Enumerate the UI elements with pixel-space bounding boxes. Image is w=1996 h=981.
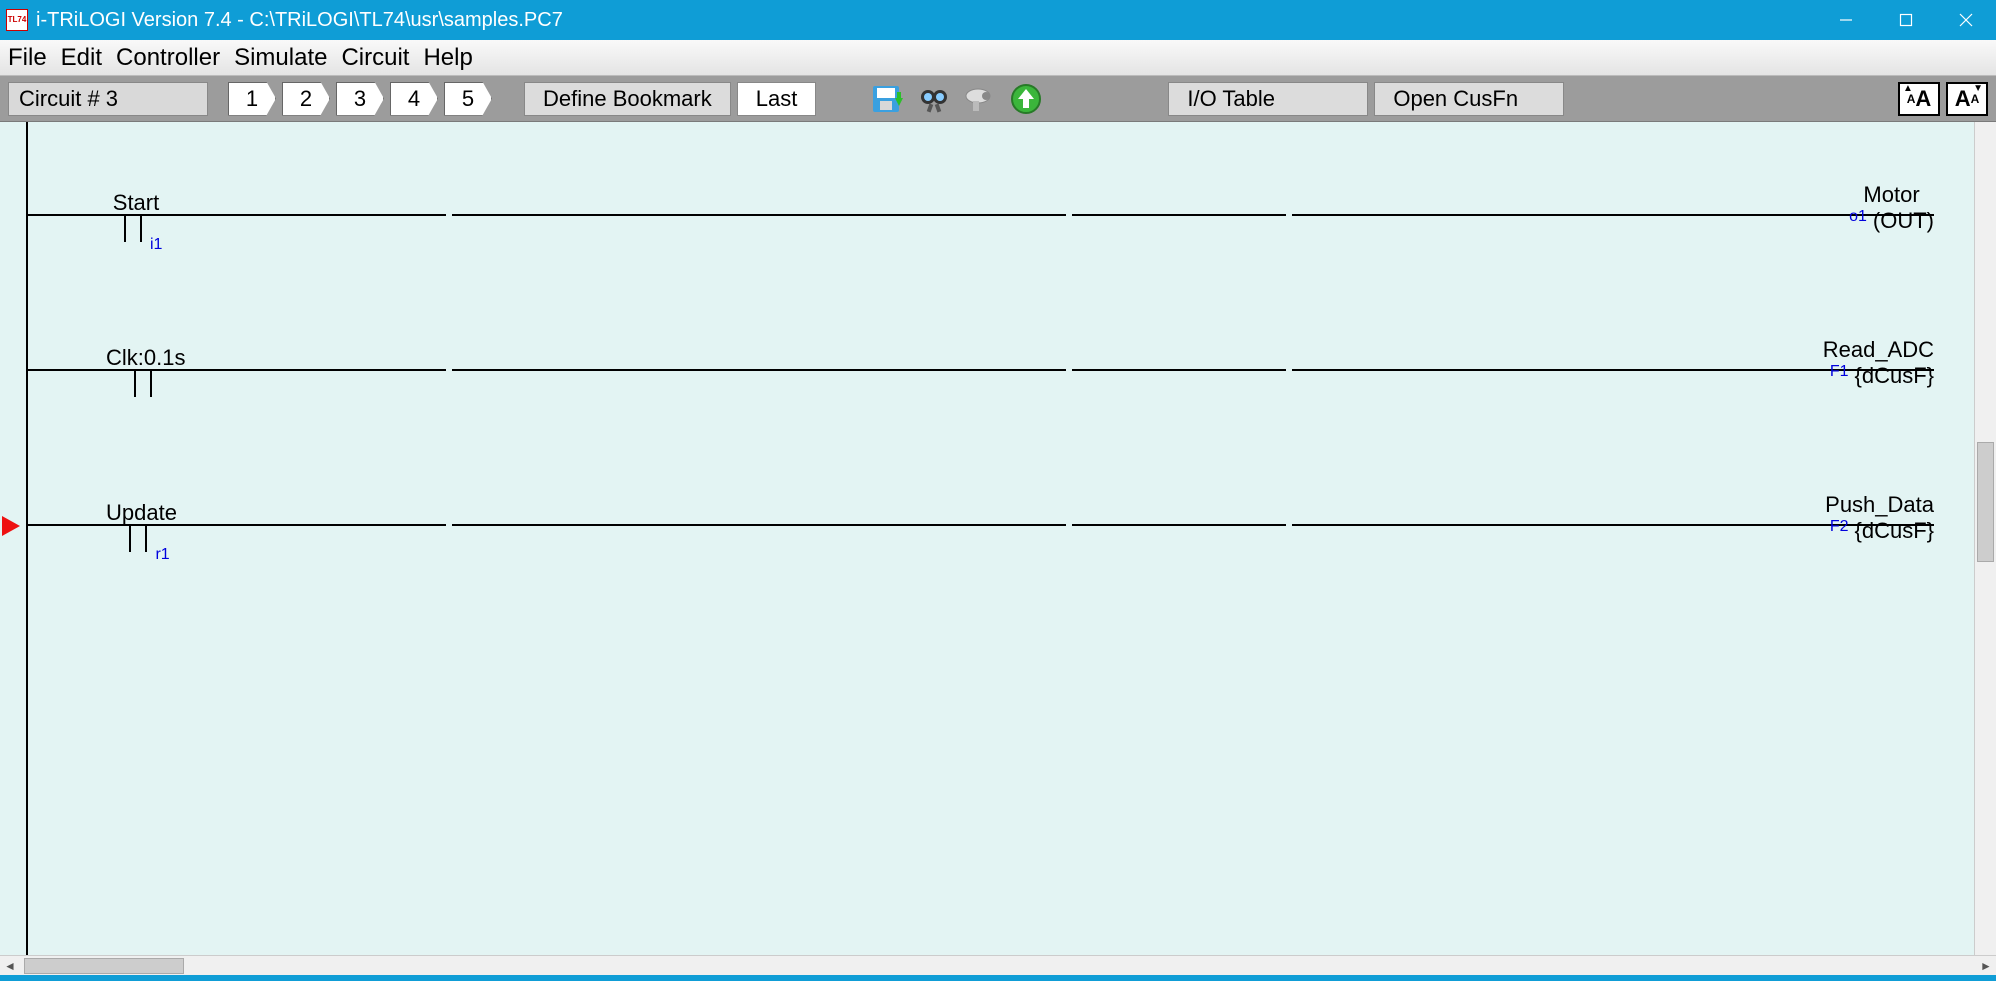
contact-clk[interactable]: Clk:0.1s xyxy=(106,345,185,397)
contact-label: Start xyxy=(106,190,166,216)
save-icon[interactable] xyxy=(868,82,908,116)
contact-label: Update xyxy=(106,500,177,526)
scroll-left-icon[interactable]: ◄ xyxy=(0,956,20,976)
circuit-number-label[interactable]: Circuit # 3 xyxy=(8,82,208,116)
rung-2[interactable]: Clk:0.1s Read_ADC F1 {dCusF} xyxy=(26,297,1934,437)
close-button[interactable] xyxy=(1936,0,1996,40)
app-icon: TL74 xyxy=(6,9,28,31)
contact-icon: i1 xyxy=(106,214,166,242)
contact-label: Clk:0.1s xyxy=(106,345,185,371)
define-bookmark-button[interactable]: Define Bookmark xyxy=(524,82,731,116)
coil-tag: o1 xyxy=(1849,208,1867,226)
minimize-button[interactable] xyxy=(1816,0,1876,40)
horizontal-scroll-track[interactable] xyxy=(20,956,1976,976)
menu-edit[interactable]: Edit xyxy=(59,42,104,74)
toolbar: Circuit # 3 1 2 3 4 5 Define Bookmark La… xyxy=(0,76,1996,122)
ladder-editor[interactable]: Start i1 Motor o1 (OUT) Clk:0.1s xyxy=(0,122,1974,955)
coil-tag: F2 xyxy=(1830,518,1849,536)
font-increase-button[interactable]: ▲ AA xyxy=(1898,82,1940,116)
horizontal-scrollbar[interactable]: ◄ ► xyxy=(0,955,1996,975)
contact-update[interactable]: Update r1 xyxy=(106,500,177,552)
coil-label: Motor xyxy=(1849,182,1934,208)
open-cusfn-button[interactable]: Open CusFn xyxy=(1374,82,1564,116)
contact-icon xyxy=(116,369,176,397)
window-title: i-TRiLOGI Version 7.4 - C:\TRiLOGI\TL74\… xyxy=(36,9,563,32)
bookmark-5[interactable]: 5 xyxy=(444,82,492,116)
coil-tag: F1 xyxy=(1830,363,1849,381)
contact-tag: r1 xyxy=(155,546,169,564)
coil-label: Push_Data xyxy=(1825,492,1934,518)
window-bottom-border xyxy=(0,975,1996,981)
coil-label: Read_ADC xyxy=(1823,337,1934,363)
coil-shape: {dCusF} xyxy=(1855,518,1935,544)
io-table-button[interactable]: I/O Table xyxy=(1168,82,1368,116)
bookmark-2[interactable]: 2 xyxy=(282,82,330,116)
menu-file[interactable]: File xyxy=(6,42,49,74)
rung-1[interactable]: Start i1 Motor o1 (OUT) xyxy=(26,142,1934,282)
menu-simulate[interactable]: Simulate xyxy=(232,42,329,74)
bookmark-1[interactable]: 1 xyxy=(228,82,276,116)
bookmark-3[interactable]: 3 xyxy=(336,82,384,116)
vertical-scrollbar[interactable] xyxy=(1974,122,1996,955)
current-rung-marker-icon xyxy=(2,516,20,536)
coil-motor[interactable]: Motor o1 (OUT) xyxy=(1849,182,1934,234)
font-decrease-button[interactable]: ▼ AA xyxy=(1946,82,1988,116)
rung-3[interactable]: Update r1 Push_Data F2 {dCusF} xyxy=(26,452,1934,592)
up-arrow-icon: ▲ xyxy=(1903,83,1913,94)
coil-shape: (OUT) xyxy=(1873,208,1934,234)
down-arrow-icon: ▼ xyxy=(1973,83,1983,94)
menu-circuit[interactable]: Circuit xyxy=(339,42,411,74)
upload-icon[interactable] xyxy=(1006,82,1046,116)
contact-start[interactable]: Start i1 xyxy=(106,190,166,242)
menu-help[interactable]: Help xyxy=(421,42,474,74)
coil-read-adc[interactable]: Read_ADC F1 {dCusF} xyxy=(1823,337,1934,389)
maximize-button[interactable] xyxy=(1876,0,1936,40)
find-icon[interactable] xyxy=(914,82,954,116)
vertical-scroll-thumb[interactable] xyxy=(1977,442,1994,562)
menubar: File Edit Controller Simulate Circuit He… xyxy=(0,40,1996,76)
camera-icon[interactable] xyxy=(960,82,1000,116)
menu-controller[interactable]: Controller xyxy=(114,42,222,74)
scroll-right-icon[interactable]: ► xyxy=(1976,956,1996,976)
coil-push-data[interactable]: Push_Data F2 {dCusF} xyxy=(1825,492,1934,544)
last-button[interactable]: Last xyxy=(737,82,817,116)
contact-tag: i1 xyxy=(150,236,162,254)
coil-shape: {dCusF} xyxy=(1855,363,1935,389)
bookmark-4[interactable]: 4 xyxy=(390,82,438,116)
contact-icon: r1 xyxy=(111,524,171,552)
horizontal-scroll-thumb[interactable] xyxy=(24,958,184,974)
titlebar: TL74 i-TRiLOGI Version 7.4 - C:\TRiLOGI\… xyxy=(0,0,1996,40)
